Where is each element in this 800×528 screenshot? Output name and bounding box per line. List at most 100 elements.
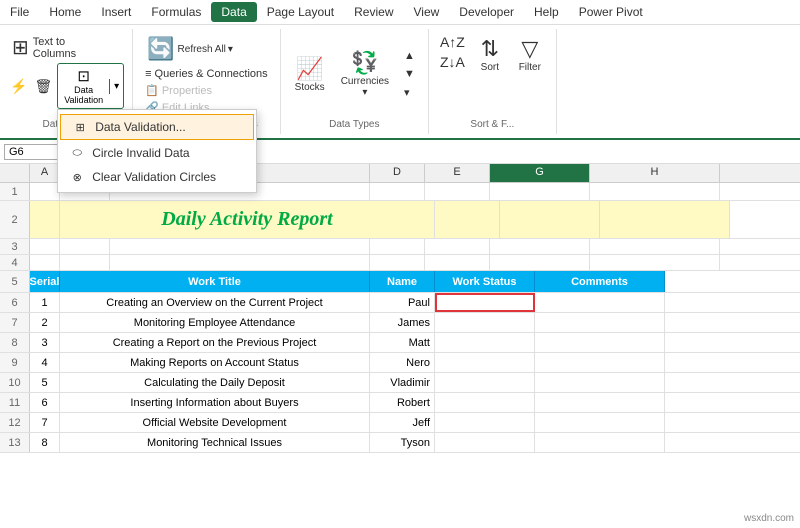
dropdown-item-circle-invalid[interactable]: ⬭ Circle Invalid Data [58,141,256,165]
name-box[interactable] [4,144,64,160]
menu-page-layout[interactable]: Page Layout [257,2,344,22]
cell-g11[interactable] [435,393,535,412]
cell-g7[interactable] [435,313,535,332]
datatype-up-btn[interactable]: ▲ [399,48,420,64]
cell-e8[interactable]: Matt [370,333,435,352]
col-header-e[interactable]: E [425,164,490,182]
cell-h8[interactable] [535,333,665,352]
cell-d4[interactable] [370,255,425,270]
dropdown-item-data-validation[interactable]: ⊞ Data Validation... [60,114,254,140]
cell-c13[interactable]: Monitoring Technical Issues [60,433,370,452]
cell-g9[interactable] [435,353,535,372]
cell-a2[interactable] [30,201,60,238]
flash-fill-btn[interactable]: ⚡ [8,76,29,97]
cell-c4[interactable] [110,255,370,270]
menu-insert[interactable]: Insert [91,2,141,22]
cell-e3[interactable] [425,239,490,254]
cell-a4[interactable] [30,255,60,270]
cell-name-header[interactable]: Name [370,271,435,292]
cell-h2[interactable] [600,201,730,238]
cell-h6[interactable] [535,293,665,312]
cell-b13[interactable]: 8 [30,433,60,452]
properties-btn[interactable]: 📋 Properties [141,83,272,98]
menu-power-pivot[interactable]: Power Pivot [569,2,653,22]
cell-b8[interactable]: 3 [30,333,60,352]
menu-help[interactable]: Help [524,2,569,22]
col-header-h[interactable]: H [590,164,720,182]
cell-h3[interactable] [590,239,720,254]
cell-g2[interactable] [500,201,600,238]
menu-home[interactable]: Home [39,2,91,22]
col-header-a[interactable]: A [30,164,60,182]
cell-b9[interactable]: 4 [30,353,60,372]
cell-e9[interactable]: Nero [370,353,435,372]
cell-c8[interactable]: Creating a Report on the Previous Projec… [60,333,370,352]
cell-g8[interactable] [435,333,535,352]
cell-e7[interactable]: James [370,313,435,332]
cell-bc2[interactable]: Daily Activity Report [60,201,435,238]
data-validation-btn[interactable]: ⊡ Data Validation ▾ [57,63,124,109]
cell-h10[interactable] [535,373,665,392]
cell-c9[interactable]: Making Reports on Account Status [60,353,370,372]
cell-g12[interactable] [435,413,535,432]
cell-d3[interactable] [370,239,425,254]
menu-file[interactable]: File [0,2,39,22]
col-header-g[interactable]: G [490,164,590,182]
cell-g4[interactable] [490,255,590,270]
cell-g3[interactable] [490,239,590,254]
queries-connections-btn[interactable]: ≡ Queries & Connections [141,67,272,81]
col-header-d[interactable]: D [370,164,425,182]
cell-e13[interactable]: Tyson [370,433,435,452]
cell-c11[interactable]: Inserting Information about Buyers [60,393,370,412]
filter-btn[interactable]: ▽ Filter [512,33,548,76]
cell-e4[interactable] [425,255,490,270]
cell-h4[interactable] [590,255,720,270]
cell-h13[interactable] [535,433,665,452]
datatype-down-btn[interactable]: ▼ [399,66,420,82]
cell-d1[interactable] [370,183,425,200]
datatype-more-btn[interactable]: ▾ [399,84,420,101]
cell-c12[interactable]: Official Website Development [60,413,370,432]
cell-comments-header[interactable]: Comments [535,271,665,292]
cell-h7[interactable] [535,313,665,332]
cell-h9[interactable] [535,353,665,372]
cell-b3[interactable] [60,239,110,254]
cell-worktitle-header[interactable]: Work Title [60,271,370,292]
cell-b10[interactable]: 5 [30,373,60,392]
cell-e6[interactable]: Paul [370,293,435,312]
text-to-columns-btn[interactable]: ⊞ Text toColumns [8,33,80,62]
cell-h11[interactable] [535,393,665,412]
cell-h1[interactable] [590,183,720,200]
sort-az-btn[interactable]: A↑Z [437,33,468,51]
sort-btn[interactable]: ⇅ Sort [472,33,508,76]
cell-a1[interactable] [30,183,60,200]
menu-view[interactable]: View [404,2,450,22]
cell-e11[interactable]: Robert [370,393,435,412]
cell-g13[interactable] [435,433,535,452]
cell-c3[interactable] [110,239,370,254]
cell-c6[interactable]: Creating an Overview on the Current Proj… [60,293,370,312]
cell-c7[interactable]: Monitoring Employee Attendance [60,313,370,332]
cell-b7[interactable]: 2 [30,313,60,332]
refresh-all-btn[interactable]: 🔄 Refresh All ▾ [141,33,239,65]
cell-b11[interactable]: 6 [30,393,60,412]
cell-b6[interactable]: 1 [30,293,60,312]
cell-e1[interactable] [425,183,490,200]
cell-b12[interactable]: 7 [30,413,60,432]
cell-a3[interactable] [30,239,60,254]
cell-g6[interactable] [435,293,535,312]
cell-e12[interactable]: Jeff [370,413,435,432]
menu-data[interactable]: Data [211,2,256,22]
cell-b4[interactable] [60,255,110,270]
sort-za-btn[interactable]: Z↓A [437,53,468,71]
menu-formulas[interactable]: Formulas [141,2,211,22]
currencies-btn[interactable]: 💱 Currencies ▾ [335,47,395,101]
cell-workstatus-header[interactable]: Work Status [435,271,535,292]
cell-g1[interactable] [490,183,590,200]
dropdown-item-clear-circles[interactable]: ⊗ Clear Validation Circles [58,165,256,189]
remove-duplicates-btn[interactable]: 🗑 [32,76,54,97]
cell-serial-header[interactable]: Serial [30,271,60,292]
cell-h12[interactable] [535,413,665,432]
cell-e10[interactable]: Vladimir [370,373,435,392]
data-validation-arrow[interactable]: ▾ [109,79,123,94]
